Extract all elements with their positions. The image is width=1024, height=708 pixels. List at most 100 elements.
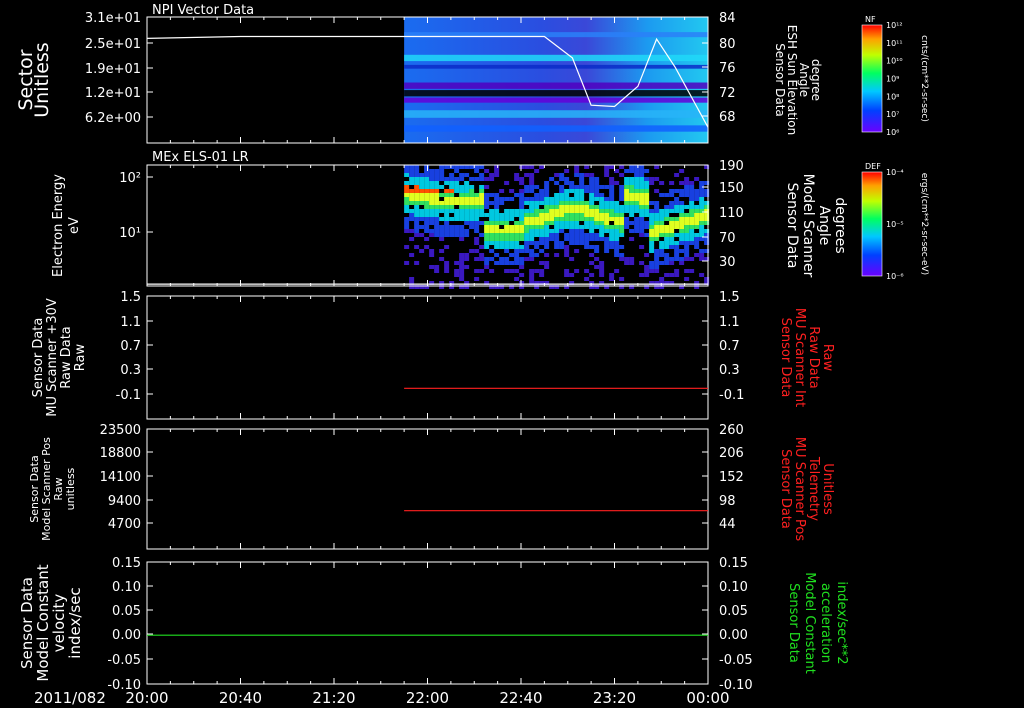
heatmap-cell [639,209,645,213]
heatmap-cell [404,189,410,193]
heatmap-cell [429,169,435,173]
heatmap-cell [494,233,500,237]
heatmap-cell [614,181,620,185]
heatmap-cell [559,189,565,193]
heatmap-cell [569,213,575,217]
heatmap-cell [544,189,550,193]
heatmap-cell [669,205,675,209]
heatmap-cell [564,205,570,209]
heatmap-cell [514,177,520,181]
heatmap-cell [474,165,480,169]
heatmap-cell [469,249,475,253]
heatmap-cell [444,217,450,221]
heatmap-cell [529,273,535,277]
heatmap-cell [689,257,695,261]
heatmap-cell [534,221,540,225]
heatmap-cell [484,201,490,205]
heatmap-cell [699,273,705,277]
heatmap-cell [464,173,470,177]
heatmap-cell [584,205,590,209]
heatmap-cell [584,209,590,213]
colorbar-tick: 10¹⁰ [886,57,903,66]
heatmap-cell [634,193,640,197]
heatmap-cell [529,189,535,193]
heatmap-cell [454,189,460,193]
heatmap-cell [429,233,435,237]
heatmap-cell [469,193,475,197]
panel-frame [146,428,709,550]
heatmap-cell [599,269,605,273]
heatmap-cell [604,213,610,217]
heatmap-cell [599,233,605,237]
heatmap-cell [579,241,585,245]
heatmap-cell [674,173,680,177]
heatmap-cell [569,209,575,213]
heatmap-cell [414,181,420,185]
heatmap-cell [454,209,460,213]
heatmap-cell [639,189,645,193]
heatmap-cell [659,181,665,185]
heatmap-cell [664,193,670,197]
heatmap-cell [494,217,500,221]
heatmap-cell [484,261,490,265]
y2-tick-label: 1.1 [719,315,740,330]
y-tick-label: 23500 [100,423,141,438]
heatmap-cell [654,233,660,237]
y2-axis-title: Telemetry [806,456,821,521]
heatmap-cell [459,177,465,181]
heatmap-cell [589,173,595,177]
heatmap-cell [469,225,475,229]
heatmap-cell [414,173,420,177]
heatmap-cell [604,169,610,173]
heatmap-cell [499,189,505,193]
heatmap-cell [444,197,450,201]
heatmap-cell [534,269,540,273]
panel-frame [146,561,709,685]
heatmap-cell [604,205,610,209]
heatmap-cell [449,229,455,233]
heatmap-cell [479,189,485,193]
heatmap-cell [554,173,560,177]
heatmap-cell [664,257,670,261]
heatmap-cell [434,217,440,221]
heatmap-cell [549,177,555,181]
heatmap-cell [609,229,615,233]
heatmap-cell [459,273,465,277]
heatmap-cell [439,193,445,197]
heatmap-cell [574,233,580,237]
heatmap-cell [529,213,535,217]
y-tick-label: -0.05 [107,653,141,668]
heatmap-cell [544,201,550,205]
heatmap-cell [584,185,590,189]
heatmap-cell [514,229,520,233]
date-label: 2011/082 [34,689,106,707]
heatmap-cell [479,245,485,249]
heatmap-cell [594,257,600,261]
heatmap-cell [694,193,700,197]
y2-tick-label: 190 [719,159,744,174]
heatmap-cell [464,165,470,169]
heatmap-band [404,110,708,118]
heatmap-cell [544,209,550,213]
heatmap-cell [474,225,480,229]
heatmap-cell [524,173,530,177]
colorbar [861,171,883,277]
y-tick-label: 0.10 [112,580,141,595]
y2-tick-label: 0.7 [719,339,740,354]
heatmap-cell [649,269,655,273]
heatmap-cell [404,169,410,173]
heatmap-cell [564,193,570,197]
heatmap-cell [539,201,545,205]
heatmap-cell [609,273,615,277]
heatmap-cell [639,273,645,277]
heatmap-cell [679,169,685,173]
heatmap-cell [594,209,600,213]
heatmap-cell [424,193,430,197]
heatmap-cell [459,253,465,257]
heatmap-cell [534,245,540,249]
heatmap-cell [564,245,570,249]
heatmap-cell [584,241,590,245]
heatmap-cell [459,229,465,233]
colorbar-tick: 10⁻⁶ [886,272,904,281]
heatmap-cell [459,165,465,169]
